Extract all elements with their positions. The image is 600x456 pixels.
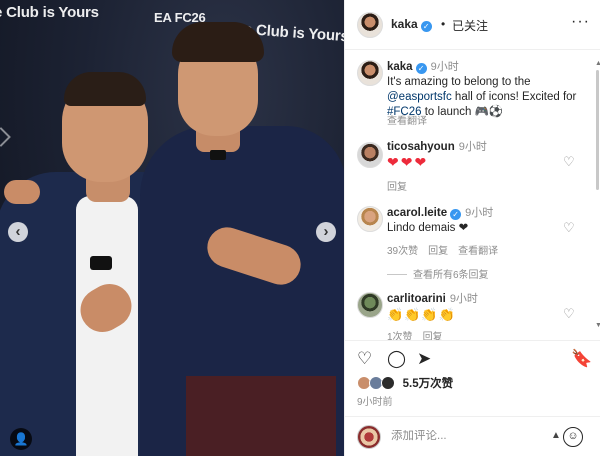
lavalier-mic-2 bbox=[210, 150, 226, 160]
caption-text-2: hall of icons! Excited for bbox=[451, 91, 577, 103]
reply-button[interactable]: 回复 bbox=[428, 246, 448, 257]
caption-time: 9小时 bbox=[430, 61, 459, 73]
comment-avatar[interactable] bbox=[357, 206, 383, 232]
caption-author-avatar[interactable] bbox=[357, 60, 383, 86]
comment-meta: 回复 bbox=[387, 178, 417, 193]
header-separator: • bbox=[441, 17, 446, 31]
more-options-icon[interactable]: ··· bbox=[571, 13, 590, 31]
comment-text: ❤❤❤ bbox=[387, 154, 429, 170]
comment-username[interactable]: ticosahyoun bbox=[387, 141, 455, 153]
save-bookmark-icon[interactable]: 🔖 bbox=[571, 349, 592, 369]
comment-avatar[interactable] bbox=[357, 292, 383, 318]
author-username[interactable]: kaka ✓ bbox=[391, 17, 432, 32]
person-right-pants bbox=[186, 376, 336, 456]
comment-like-icon[interactable]: ♡ bbox=[563, 220, 575, 236]
person-left-hair bbox=[64, 72, 146, 106]
post-side-panel: kaka ✓ • 已关注 ··· kaka ✓ 9小时 It's amazing to… bbox=[344, 0, 600, 456]
author-username-text[interactable]: kaka bbox=[391, 17, 418, 31]
comments-scrollbar[interactable]: ▲ ▼ bbox=[595, 60, 600, 330]
follow-status-button[interactable]: 已关注 bbox=[452, 17, 488, 34]
comments-list[interactable]: kaka ✓ 9小时 It's amazing to belong to the @… bbox=[345, 50, 600, 340]
comment-like-icon[interactable]: ♡ bbox=[563, 154, 575, 170]
verified-badge-icon: ✓ bbox=[415, 63, 427, 74]
comment-meta: 1次赞 回复 bbox=[387, 328, 453, 340]
caption: kaka ✓ 9小时 It's amazing to belong to the @… bbox=[387, 60, 583, 120]
lavalier-mic bbox=[90, 256, 112, 270]
person-right-hair bbox=[172, 22, 264, 62]
current-user-avatar bbox=[357, 425, 381, 449]
likes-summary[interactable]: 5.5万次赞 bbox=[357, 375, 453, 391]
scrollbar-thumb[interactable] bbox=[596, 70, 599, 190]
liker-avatar bbox=[381, 376, 396, 390]
caption-username[interactable]: kaka bbox=[387, 61, 413, 73]
caption-meta: 查看翻译 bbox=[387, 112, 437, 127]
comment-like-count[interactable]: 39次赞 bbox=[387, 246, 418, 257]
view-replies-link[interactable]: 查看所有6条回复 bbox=[387, 266, 489, 281]
emoji-picker-icon[interactable]: ☺ bbox=[563, 427, 583, 447]
see-translation-link[interactable]: 查看翻译 bbox=[458, 246, 498, 257]
verified-badge-icon: ✓ bbox=[450, 209, 462, 220]
author-avatar[interactable] bbox=[357, 12, 383, 38]
see-translation-link[interactable]: 查看翻译 bbox=[387, 116, 427, 127]
comment-item: ticosahyoun 9小时 ❤❤❤ bbox=[387, 140, 583, 172]
carousel-next-button[interactable]: › bbox=[316, 222, 336, 242]
comment-time: 9小时 bbox=[458, 141, 487, 153]
comment-username[interactable]: acarol.leite bbox=[387, 207, 447, 219]
gif-icon[interactable]: ▲ bbox=[551, 430, 561, 441]
reply-button[interactable]: 回复 bbox=[387, 182, 407, 193]
caption-text-1: It's amazing to belong to the bbox=[387, 76, 531, 88]
share-paper-plane-icon[interactable]: ➤ bbox=[417, 349, 431, 369]
scroll-up-arrow-icon[interactable]: ▲ bbox=[595, 60, 600, 67]
like-heart-icon[interactable]: ♡ bbox=[357, 349, 372, 369]
comment-like-count[interactable]: 1次赞 bbox=[387, 332, 413, 340]
likes-count[interactable]: 5.5万次赞 bbox=[403, 378, 454, 390]
comment-like-icon[interactable]: ♡ bbox=[563, 306, 575, 322]
post-timestamp[interactable]: 9小时前 bbox=[357, 393, 393, 408]
add-comment-bar: ▲ ☺ bbox=[345, 416, 600, 456]
caption-mention-link[interactable]: @easportsfc bbox=[387, 91, 452, 103]
scroll-down-arrow-icon[interactable]: ▼ bbox=[595, 322, 600, 329]
comment-username[interactable]: carlitoarini bbox=[387, 293, 446, 305]
tagged-users-icon[interactable]: 👤 bbox=[10, 428, 32, 450]
add-comment-input[interactable] bbox=[391, 430, 551, 442]
backdrop-decor bbox=[0, 127, 11, 147]
carousel-prev-button[interactable]: ‹ bbox=[8, 222, 28, 242]
backdrop-slogan: e Club is Yours bbox=[0, 4, 99, 21]
person-right-hand-on-shoulder bbox=[4, 180, 40, 204]
comment-meta: 39次赞 回复 查看翻译 bbox=[387, 242, 508, 257]
comment-item: carlitoarini 9小时 👏👏👏👏 bbox=[387, 292, 583, 324]
post-header: kaka ✓ • 已关注 ··· bbox=[345, 0, 600, 50]
verified-badge-icon: ✓ bbox=[420, 21, 432, 32]
comment-time: 9小时 bbox=[449, 293, 478, 305]
comment-text: Lindo demais ❤ bbox=[387, 222, 469, 234]
comment-item: acarol.leite ✓ 9小时 Lindo demais ❤ bbox=[387, 206, 583, 236]
view-replies-text[interactable]: 查看所有6条回复 bbox=[413, 270, 489, 281]
post-photo[interactable]: e Club is Yours EA FC26 The Club is Your… bbox=[0, 0, 344, 456]
replies-divider bbox=[387, 274, 407, 275]
comment-avatar[interactable] bbox=[357, 142, 383, 168]
comment-text: 👏👏👏👏 bbox=[387, 307, 456, 322]
reply-button[interactable]: 回复 bbox=[423, 332, 443, 340]
comment-bubble-icon[interactable]: ◯ bbox=[387, 349, 406, 369]
comment-time: 9小时 bbox=[465, 207, 494, 219]
